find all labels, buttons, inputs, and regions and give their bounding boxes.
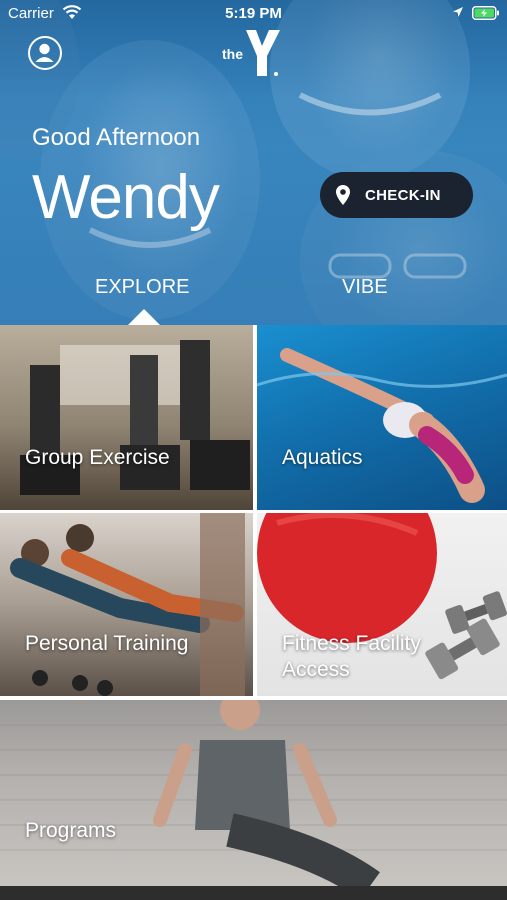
group-exercise-photo (20, 340, 250, 495)
tile-aquatics[interactable]: Aquatics (257, 325, 507, 510)
location-pin-icon (336, 185, 350, 205)
location-arrow-icon (453, 7, 463, 17)
check-in-button[interactable]: CHECK-IN (320, 172, 473, 218)
tile-personal-training[interactable]: Personal Training (0, 513, 253, 696)
programs-photo (0, 700, 507, 886)
profile-button[interactable] (28, 36, 62, 70)
tab-explore[interactable]: EXPLORE (95, 276, 189, 299)
status-time: 5:19 PM (225, 5, 282, 22)
greeting-text: Good Afternoon (32, 124, 201, 151)
ymca-logo: the (222, 28, 284, 78)
tile-label: Programs (25, 819, 117, 842)
tab-selected-indicator (128, 309, 160, 325)
ymca-y-mark (246, 30, 280, 76)
tile-group-exercise[interactable]: Group Exercise (0, 325, 253, 510)
personal-training-photo (10, 513, 245, 696)
tile-label: Group Exercise (25, 446, 170, 469)
bottom-bar (0, 886, 507, 900)
check-in-label: CHECK-IN (365, 187, 441, 204)
tile-label: Aquatics (282, 446, 363, 469)
tile-label: Personal Training (25, 632, 189, 655)
user-name: Wendy (32, 163, 220, 232)
tab-vibe[interactable]: VIBE (342, 276, 388, 299)
profile-icon (35, 43, 54, 62)
tile-label: Fitness Facility Access (282, 632, 421, 681)
tile-fitness-facility-access[interactable]: Fitness Facility Access (257, 513, 507, 696)
tile-programs[interactable]: Programs (0, 700, 507, 886)
battery-icon (472, 6, 499, 20)
status-bar: Carrier 5:19 PM (0, 0, 507, 28)
aquatics-photo (257, 348, 507, 503)
